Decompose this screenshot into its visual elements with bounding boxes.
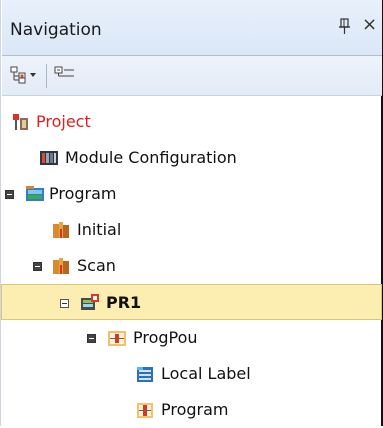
panel-titlebar: Navigation ×: [2, 0, 382, 56]
tree-item-label: Program: [49, 184, 117, 203]
project-tree: Project Module Configuration Program Ini…: [1, 96, 382, 426]
tree-item-label: Program: [161, 400, 229, 419]
toolbar-separator: [46, 64, 47, 88]
tree-item-progpou[interactable]: ProgPou: [1, 320, 382, 356]
collapse-toggle[interactable]: [33, 262, 42, 271]
expand-tree-dropdown-button[interactable]: [10, 64, 40, 86]
tree-item-scan[interactable]: Scan: [1, 248, 382, 284]
tree-item-module-configuration[interactable]: Module Configuration: [1, 140, 382, 176]
pou-icon: [107, 328, 127, 348]
tree-item-label: ProgPou: [133, 328, 198, 347]
tree-item-label: PR1: [106, 293, 142, 312]
task-icon: [51, 220, 71, 240]
tree-item-label: Scan: [77, 256, 116, 275]
local-label-icon: [135, 364, 155, 384]
navigation-panel: Navigation × Project Module Configuratio…: [0, 0, 383, 426]
program-folder-icon: [25, 184, 45, 204]
module-configuration-icon: [39, 148, 59, 168]
collapse-tree-button[interactable]: [54, 64, 78, 86]
tree-item-label: Initial: [77, 220, 122, 239]
task-icon: [51, 256, 71, 276]
collapse-toggle[interactable]: [87, 334, 96, 343]
collapse-toggle[interactable]: [60, 299, 69, 308]
program-body-icon: [135, 400, 155, 420]
tree-item-program[interactable]: Program: [1, 176, 382, 212]
tree-item-local-label[interactable]: Local Label: [1, 356, 382, 392]
close-button[interactable]: ×: [362, 16, 377, 34]
program-file-icon: [80, 293, 100, 313]
project-icon: [11, 112, 31, 132]
tree-item-project[interactable]: Project: [1, 104, 382, 140]
tree-item-label: Local Label: [161, 364, 251, 383]
tree-item-initial[interactable]: Initial: [1, 212, 382, 248]
panel-title: Navigation: [10, 20, 102, 40]
tree-item-label: Module Configuration: [65, 148, 237, 167]
collapse-toggle[interactable]: [5, 190, 14, 199]
tree-item-pr1[interactable]: PR1: [1, 284, 382, 320]
collapse-tree-icon: [54, 66, 74, 77]
tree-item-label: Project: [36, 112, 91, 131]
pin-icon[interactable]: [337, 18, 353, 36]
expand-tree-dropdown-icon: [10, 66, 36, 84]
toolbar: [2, 56, 382, 96]
tree-item-program-body[interactable]: Program: [1, 392, 382, 428]
